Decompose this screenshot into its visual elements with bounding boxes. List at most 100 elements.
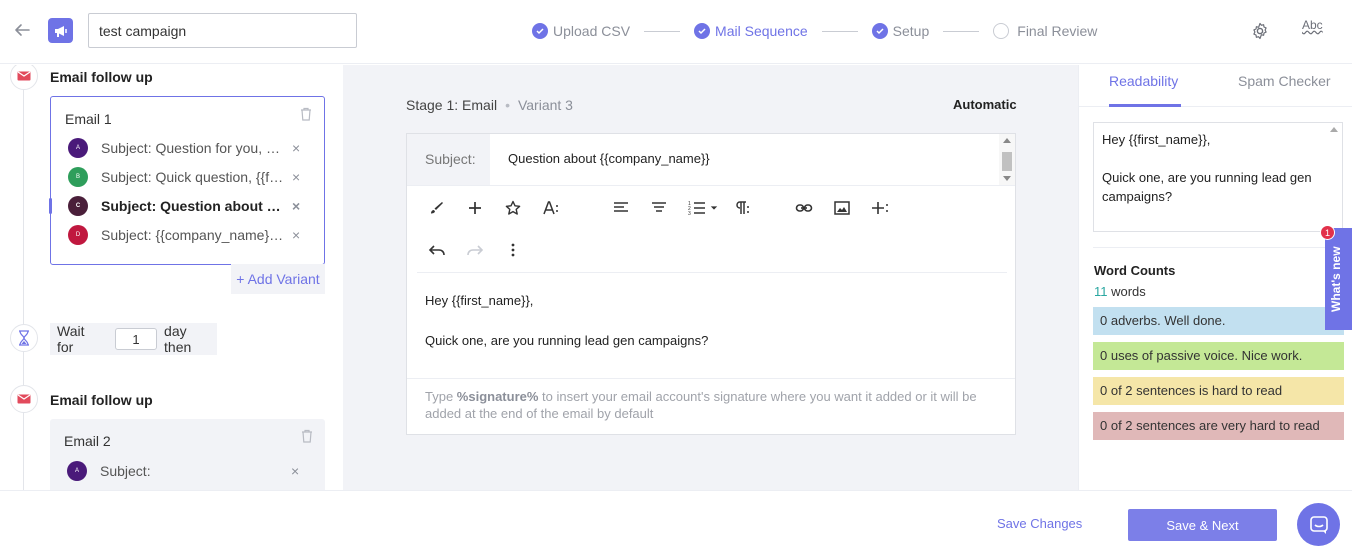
variant-row[interactable]: D Subject: {{company_name}} question × bbox=[68, 224, 316, 246]
wait-days-input[interactable] bbox=[115, 328, 158, 350]
check-icon bbox=[532, 23, 548, 39]
step-label: Mail Sequence bbox=[715, 23, 808, 39]
progress-stepper: Upload CSV Mail Sequence Setup Final Rev… bbox=[532, 22, 1097, 40]
variant-subject: Subject: Question about {{company_name}} bbox=[101, 198, 284, 214]
gear-icon[interactable] bbox=[1251, 22, 1269, 40]
variant-label: Variant 3 bbox=[517, 97, 573, 113]
chevron-down-icon[interactable] bbox=[707, 196, 721, 220]
variant-badge: C bbox=[68, 196, 88, 216]
variant-row[interactable]: A Subject: × bbox=[67, 460, 315, 482]
subject-label: Subject: bbox=[407, 134, 490, 185]
readability-preview[interactable]: Hey {{first_name}}, Quick one, are you r… bbox=[1093, 122, 1343, 232]
variant-row-selected[interactable]: C Subject: Question about {{company_name… bbox=[68, 195, 316, 217]
signature-hint: Type %signature% to insert your email ac… bbox=[407, 378, 1015, 434]
scroll-down-icon[interactable] bbox=[1003, 176, 1011, 181]
svg-text:3: 3 bbox=[688, 211, 691, 217]
image-icon[interactable] bbox=[830, 196, 854, 220]
close-icon[interactable]: × bbox=[292, 140, 300, 156]
close-icon[interactable]: × bbox=[292, 227, 300, 243]
top-bar: Upload CSV Mail Sequence Setup Final Rev… bbox=[0, 0, 1352, 64]
step-upload-csv[interactable]: Upload CSV bbox=[532, 23, 630, 39]
close-icon[interactable]: × bbox=[292, 169, 300, 185]
variant-badge: D bbox=[68, 225, 88, 245]
plus-icon[interactable] bbox=[463, 196, 487, 220]
close-icon[interactable]: × bbox=[291, 463, 299, 479]
editor-panel: Stage 1: Email • Variant 3 Automatic Subje… bbox=[343, 65, 1078, 490]
stage-title: Stage 1: Email • Variant 3 bbox=[406, 97, 573, 113]
trash-icon[interactable] bbox=[300, 107, 312, 121]
step-label: Upload CSV bbox=[553, 23, 631, 39]
font-size-icon[interactable] bbox=[539, 196, 563, 220]
close-icon[interactable]: × bbox=[292, 198, 300, 214]
email-card-title: Email 1 bbox=[65, 111, 112, 127]
spellcheck-icon[interactable]: Abc bbox=[1302, 18, 1323, 32]
wait-delay: Wait for day then bbox=[50, 323, 217, 355]
step-connector bbox=[943, 30, 980, 32]
paragraph-icon[interactable] bbox=[729, 196, 753, 220]
chat-icon[interactable] bbox=[1297, 503, 1340, 546]
step-setup[interactable]: Setup bbox=[871, 23, 929, 39]
signature-token: %signature% bbox=[456, 389, 539, 404]
section-title: Email follow up bbox=[50, 392, 153, 408]
step-final-review[interactable]: Final Review bbox=[993, 23, 1097, 39]
back-arrow-icon[interactable] bbox=[12, 20, 32, 40]
subject-input[interactable] bbox=[508, 151, 988, 166]
insert-more-icon[interactable] bbox=[868, 196, 892, 220]
variant-row[interactable]: B Subject: Quick question, {{first_name}… bbox=[68, 166, 316, 188]
wait-suffix: day then bbox=[164, 323, 192, 355]
variant-subject: Subject: {{company_name}} question bbox=[101, 227, 284, 243]
brush-icon[interactable] bbox=[425, 196, 449, 220]
align-center-icon[interactable] bbox=[647, 196, 671, 220]
hourglass-icon bbox=[10, 324, 38, 352]
separator-dot: • bbox=[505, 97, 510, 113]
link-icon[interactable] bbox=[792, 196, 816, 220]
subject-row: Subject: bbox=[407, 134, 1015, 186]
step-connector bbox=[821, 30, 858, 32]
active-tab-indicator bbox=[1109, 104, 1181, 107]
step-mail-sequence[interactable]: Mail Sequence bbox=[694, 23, 808, 39]
scroll-up-icon[interactable] bbox=[1330, 127, 1338, 132]
check-icon bbox=[871, 23, 888, 39]
whats-new-tab[interactable]: What's new bbox=[1325, 228, 1352, 330]
word-counts-title: Word Counts bbox=[1094, 263, 1176, 278]
preview-line: Quick one, are you running lead gen camp… bbox=[1102, 170, 1312, 204]
save-next-button[interactable]: Save & Next bbox=[1128, 509, 1277, 541]
variant-badge: B bbox=[68, 167, 88, 187]
redo-icon[interactable] bbox=[463, 238, 487, 262]
email-card-2[interactable]: Email 2 A Subject: × bbox=[50, 419, 325, 490]
megaphone-logo-icon[interactable] bbox=[48, 18, 73, 43]
campaign-name-input[interactable] bbox=[88, 13, 357, 48]
scroll-thumb[interactable] bbox=[1002, 152, 1012, 171]
save-changes-button[interactable]: Save Changes bbox=[997, 516, 1082, 531]
variant-row[interactable]: A Subject: Question for you, {{first_nam… bbox=[68, 137, 316, 159]
bottom-bar: Save Changes Save & Next bbox=[0, 490, 1352, 556]
align-left-icon[interactable] bbox=[609, 196, 633, 220]
variant-badge: A bbox=[67, 461, 87, 481]
tab-spam-checker[interactable]: Spam Checker bbox=[1238, 73, 1331, 89]
mail-icon bbox=[10, 385, 38, 413]
undo-icon[interactable] bbox=[425, 238, 449, 262]
more-options-icon[interactable] bbox=[501, 238, 525, 262]
send-mode-label[interactable]: Automatic bbox=[953, 97, 1017, 112]
ordered-list-icon[interactable]: 123 bbox=[685, 196, 709, 220]
email-editor: Subject: Question about {{company_name}}… bbox=[406, 133, 1016, 435]
selected-variant-marker bbox=[49, 198, 52, 214]
notification-badge: 1 bbox=[1320, 225, 1335, 240]
stat-adverbs: 0 adverbs. Well done. bbox=[1093, 307, 1344, 335]
trash-icon[interactable] bbox=[301, 429, 313, 443]
divider bbox=[1093, 247, 1345, 248]
stat-hard-sentences: 0 of 2 sentences is hard to read bbox=[1093, 377, 1344, 405]
formatting-toolbar: 123 bbox=[417, 186, 1007, 273]
star-icon[interactable] bbox=[501, 196, 525, 220]
scroll-up-icon[interactable] bbox=[1003, 138, 1011, 143]
variant-subject: Subject: bbox=[100, 463, 151, 479]
email-card-1[interactable]: Email 1 A Subject: Question for you, {{f… bbox=[49, 96, 325, 265]
scrollbar[interactable] bbox=[999, 134, 1015, 185]
scrollbar[interactable] bbox=[1326, 123, 1342, 231]
preview-line: Hey {{first_name}}, bbox=[1102, 132, 1211, 147]
tab-readability[interactable]: Readability bbox=[1109, 73, 1178, 89]
add-variant-button[interactable]: + Add Variant bbox=[231, 264, 325, 294]
email-card-title: Email 2 bbox=[64, 433, 111, 449]
word-count-number: 11 bbox=[1094, 284, 1108, 299]
email-body[interactable]: Hey {{first_name}}, Quick one, are you r… bbox=[425, 291, 708, 371]
